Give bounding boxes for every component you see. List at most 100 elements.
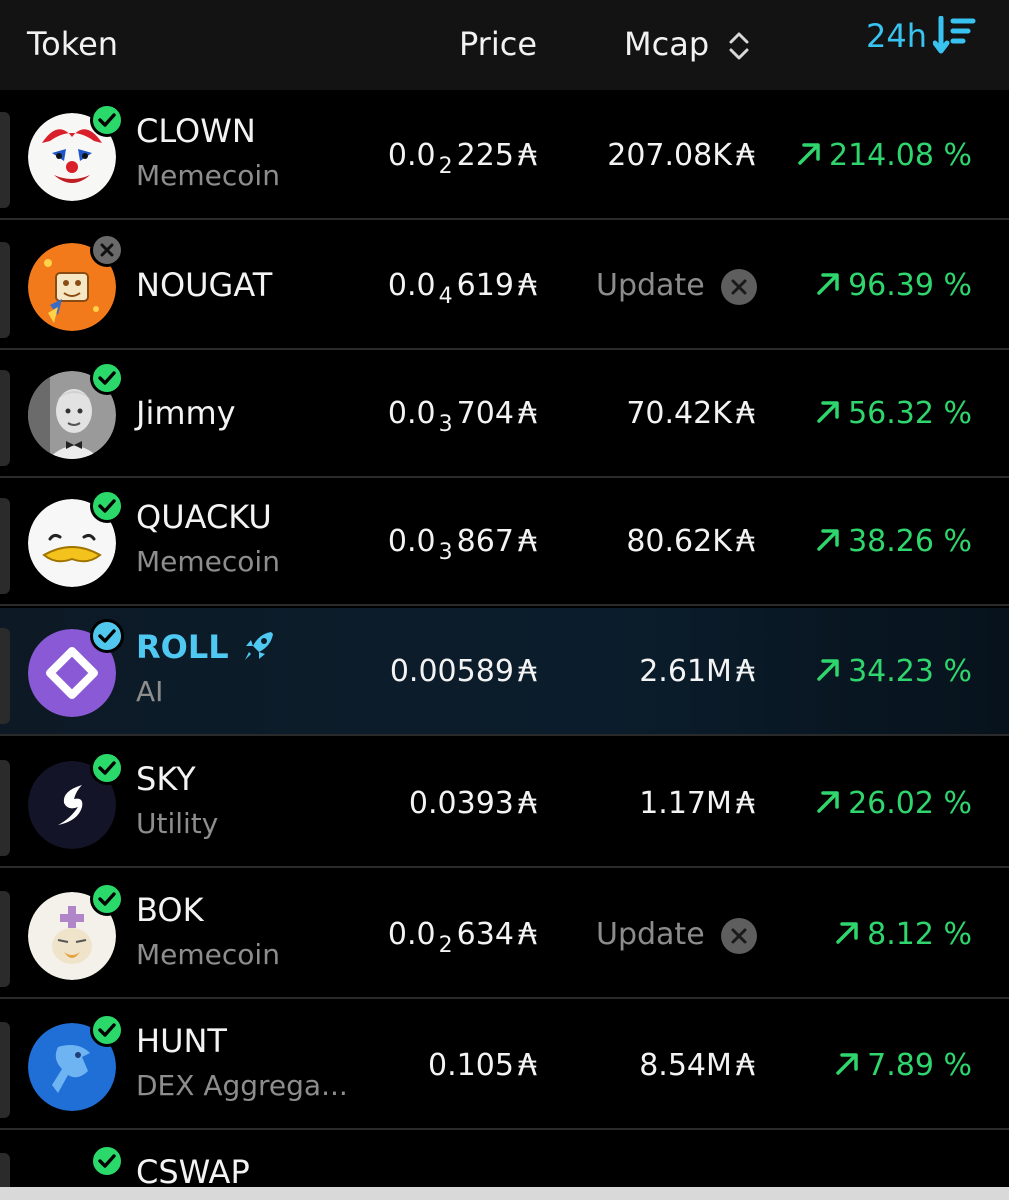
price-change: 7.89 %	[833, 1046, 972, 1086]
token-row-bok[interactable]: BOK Memecoin 0.0 2 634 ₳ Update 8.12 %	[0, 871, 1009, 999]
ada-symbol: ₳	[517, 268, 537, 303]
row-handle	[0, 370, 10, 466]
token-row-clown[interactable]: CLOWN Memecoin 0.0 2 225 ₳ 207.08K ₳ 214.08 …	[0, 92, 1009, 220]
token-name: CLOWN	[136, 112, 256, 150]
ada-symbol: ₳	[517, 1048, 537, 1083]
ada-symbol: ₳	[735, 524, 755, 559]
price-prefix: 0.0	[387, 524, 436, 559]
price-prefix: 0.0	[387, 268, 436, 303]
price-change: 96.39 %	[814, 266, 972, 306]
token-name: SKY	[136, 760, 196, 798]
close-icon[interactable]	[721, 269, 757, 305]
price-prefix: 0.0	[387, 917, 436, 952]
token-row-hunt[interactable]: HUNT DEX Aggrega... 0.105 ₳ 8.54M ₳ 7.89 %	[0, 1002, 1009, 1130]
sort-descending-icon[interactable]	[933, 16, 977, 56]
ada-symbol: ₳	[517, 786, 537, 821]
arrow-up-right-icon	[836, 922, 858, 944]
mcap-update-link[interactable]: Update	[596, 266, 705, 306]
price-prefix: 0.0	[387, 396, 436, 431]
token-row-nougat[interactable]: NOUGAT 0.0 4 619 ₳ Update 96.39 %	[0, 222, 1009, 350]
price-digits: 634	[456, 917, 514, 952]
change-value: 38.26 %	[848, 524, 972, 559]
token-price: 0.00589 ₳	[390, 652, 537, 692]
mcap-value: 2.61M	[639, 654, 732, 689]
token-category: Memecoin	[136, 938, 280, 971]
token-mcap: 8.54M ₳	[639, 1046, 755, 1086]
token-mcap: 1.17M ₳	[639, 784, 755, 824]
sort-updown-icon[interactable]	[726, 30, 752, 62]
token-row-jimmy[interactable]: Jimmy 0.0 3 704 ₳ 70.42K ₳ 56.32 %	[0, 350, 1009, 478]
change-value: 96.39 %	[848, 268, 972, 303]
row-handle	[0, 242, 10, 338]
row-handle	[0, 760, 10, 856]
token-name-row: ROLL	[136, 627, 277, 667]
row-handle	[0, 498, 10, 594]
mcap-value: 1.17M	[639, 786, 732, 821]
mcap-value: 8.54M	[639, 1048, 732, 1083]
price-zero-count: 2	[438, 933, 453, 958]
ada-symbol: ₳	[735, 138, 755, 173]
change-value: 7.89 %	[867, 1048, 972, 1083]
table-header: Token Price Mcap 24h	[0, 0, 1009, 90]
verified-check-icon	[90, 1013, 124, 1047]
token-category: AI	[136, 675, 164, 708]
ada-symbol: ₳	[735, 396, 755, 431]
ada-symbol: ₳	[735, 786, 755, 821]
price-value: 0.0393	[408, 786, 514, 821]
verified-check-icon	[90, 751, 124, 785]
token-category: Memecoin	[136, 159, 280, 192]
verified-check-icon	[90, 619, 124, 653]
price-digits: 704	[456, 396, 514, 431]
token-name: CSWAP	[136, 1153, 250, 1191]
token-price: 0.0 3 704 ₳	[388, 394, 537, 437]
token-price: 0.0 4 619 ₳	[388, 266, 537, 309]
mcap-column-header[interactable]: Mcap	[624, 24, 709, 64]
price-change: 8.12 %	[833, 915, 972, 955]
price-zero-count: 3	[438, 412, 453, 437]
token-row-roll[interactable]: ROLL AI 0.00589 ₳ 2.61M ₳ 34.23 %	[0, 608, 1009, 736]
token-column-header[interactable]: Token	[27, 24, 118, 64]
price-value: 0.105	[428, 1048, 514, 1083]
token-price: 0.0 2 225 ₳	[388, 136, 537, 179]
token-name: QUACKU	[136, 498, 272, 536]
token-price: 0.105 ₳	[428, 1046, 537, 1086]
verified-check-icon	[90, 489, 124, 523]
price-digits: 225	[456, 138, 514, 173]
mcap-update-link[interactable]: Update	[596, 915, 705, 955]
change-value: 26.02 %	[848, 786, 972, 821]
ada-symbol: ₳	[517, 524, 537, 559]
arrow-up-right-icon	[817, 659, 839, 681]
change-value: 214.08 %	[828, 138, 972, 173]
price-column-header[interactable]: Price	[459, 24, 537, 64]
token-price: 0.0393 ₳	[409, 784, 537, 824]
token-name: BOK	[136, 891, 204, 929]
token-category: DEX Aggrega...	[136, 1069, 348, 1102]
arrow-up-right-icon	[836, 1053, 858, 1075]
token-category: Utility	[136, 807, 219, 840]
arrow-up-right-icon	[817, 529, 839, 551]
close-icon[interactable]	[721, 918, 757, 954]
price-change: 38.26 %	[814, 522, 972, 562]
change-value: 8.12 %	[867, 917, 972, 952]
token-price: 0.0 3 867 ₳	[388, 522, 537, 565]
token-mcap: 70.42K ₳	[626, 394, 755, 434]
change-value: 56.32 %	[848, 396, 972, 431]
price-value: 0.00589	[389, 654, 514, 689]
token-name: ROLL	[136, 628, 229, 666]
token-name: HUNT	[136, 1022, 227, 1060]
period-selector[interactable]: 24h	[866, 16, 927, 56]
arrow-up-right-icon	[798, 143, 820, 165]
token-row-sky[interactable]: SKY Utility 0.0393 ₳ 1.17M ₳ 26.02 %	[0, 740, 1009, 868]
token-category: Memecoin	[136, 545, 280, 578]
change-value: 34.23 %	[848, 654, 972, 689]
unverified-x-icon	[90, 233, 124, 267]
price-change: 214.08 %	[795, 136, 972, 176]
price-digits: 619	[456, 268, 514, 303]
bottom-overlay-bar	[0, 1187, 1009, 1200]
mcap-value: 80.62K	[626, 524, 732, 559]
price-change: 56.32 %	[814, 394, 972, 434]
token-row-quacku[interactable]: QUACKU Memecoin 0.0 3 867 ₳ 80.62K ₳ 38.26 %	[0, 478, 1009, 606]
mcap-value: 70.42K	[626, 396, 732, 431]
price-zero-count: 3	[438, 540, 453, 565]
arrow-up-right-icon	[817, 273, 839, 295]
